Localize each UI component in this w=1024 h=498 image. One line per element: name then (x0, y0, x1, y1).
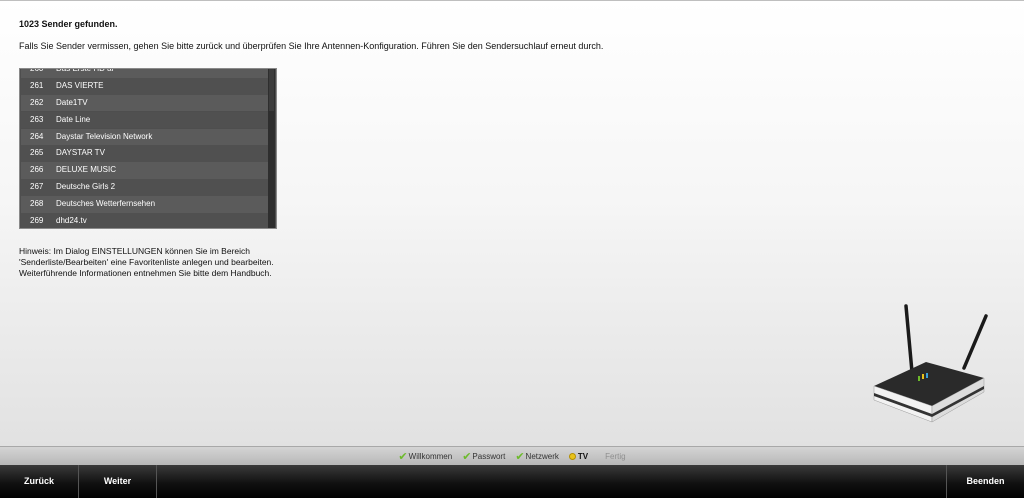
channel-name: Date1TV (56, 97, 88, 107)
channel-number: 265 (30, 148, 44, 158)
nav-divider (156, 465, 157, 498)
router-image (873, 304, 988, 423)
channel-name: Deutsche Girls 2 (56, 182, 116, 192)
hint-text: Hinweis: Im Dialog EINSTELLUNGEN können … (19, 246, 274, 279)
step-fertig: Fertig (605, 452, 625, 461)
current-dot-icon (568, 452, 576, 460)
hint-line: Hinweis: Im Dialog EINSTELLUNGEN können … (19, 246, 251, 256)
page-heading: 1023 Sender gefunden. (19, 19, 118, 29)
channel-row[interactable]: 265 DAYSTAR TV (21, 145, 268, 163)
step-willkommen: ✔ Willkommen (398, 450, 452, 463)
step-label: Netzwerk (525, 451, 559, 461)
step-tv: TV (568, 451, 589, 461)
channel-row[interactable]: 264 Daystar Television Network (21, 128, 268, 146)
channel-number: 268 (30, 199, 44, 208)
step-passwort: ✔ Passwort (462, 450, 505, 463)
step-label: Fertig (605, 451, 626, 461)
channel-row[interactable]: 262 Date1TV (21, 94, 268, 112)
step-netzwerk: ✔ Netzwerk (515, 450, 559, 463)
channel-number: 262 (30, 97, 44, 107)
channel-rows: 260 Das Erste HD ar 261 DAS VIERTE 262 Date… (21, 68, 268, 228)
channel-name: DAYSTAR TV (56, 148, 105, 158)
bottom-navbar: Zurück Weiter Beenden (0, 465, 1024, 498)
channel-name: Date Line (56, 114, 91, 124)
intro-text: Falls Sie Sender vermissen, gehen Sie bi… (19, 41, 604, 51)
channel-row[interactable]: 263 Date Line (21, 111, 268, 129)
channel-number: 263 (30, 114, 44, 124)
channel-number: 261 (30, 80, 44, 90)
channel-row[interactable]: 269 dhd24.tv (21, 212, 268, 228)
step-label: Passwort (472, 451, 506, 461)
channel-name: dhd24.tv (56, 215, 87, 225)
check-icon: ✔ (398, 450, 408, 463)
channel-number: 260 (30, 68, 44, 73)
check-icon: ✔ (515, 450, 525, 463)
check-icon: ✔ (462, 450, 472, 463)
top-border (0, 0, 1024, 1)
back-button[interactable]: Zurück (0, 465, 78, 498)
channel-row[interactable]: 260 Das Erste HD ar (21, 68, 268, 78)
hint-line: 'Senderliste/Bearbeiten' eine Favoritenl… (19, 257, 274, 267)
channel-row[interactable]: 268 Deutsches Wetterfernsehen (21, 196, 268, 213)
quit-button[interactable]: Beenden (947, 465, 1024, 498)
channel-number: 269 (30, 215, 44, 225)
channel-name: Das Erste HD ar (56, 68, 115, 73)
step-label: Willkommen (408, 451, 453, 461)
channel-name: Deutsches Wetterfernsehen (56, 199, 156, 208)
channel-name: DELUXE MUSIC (56, 165, 117, 175)
channel-name: Daystar Television Network (56, 131, 153, 141)
channel-number: 266 (30, 165, 44, 175)
channel-row[interactable]: 267 Deutsche Girls 2 (21, 179, 268, 196)
channel-list[interactable]: 260 Das Erste HD ar 261 DAS VIERTE 262 Date… (19, 68, 277, 229)
next-button[interactable]: Weiter (79, 465, 156, 498)
channel-row[interactable]: 261 DAS VIERTE (21, 77, 268, 95)
step-label: TV (577, 451, 589, 461)
wizard-progress: ✔ Willkommen ✔ Passwort ✔ Netzwerk TV Fe… (0, 446, 1024, 465)
channel-row[interactable]: 266 DELUXE MUSIC (21, 162, 268, 179)
channel-name: DAS VIERTE (56, 80, 104, 90)
channel-number: 264 (30, 131, 44, 141)
scrollbar-thumb[interactable] (269, 69, 274, 111)
list-scrollbar[interactable] (268, 69, 275, 228)
channel-number: 267 (30, 182, 44, 192)
hint-line: Weiterführende Informationen entnehmen S… (19, 268, 272, 278)
